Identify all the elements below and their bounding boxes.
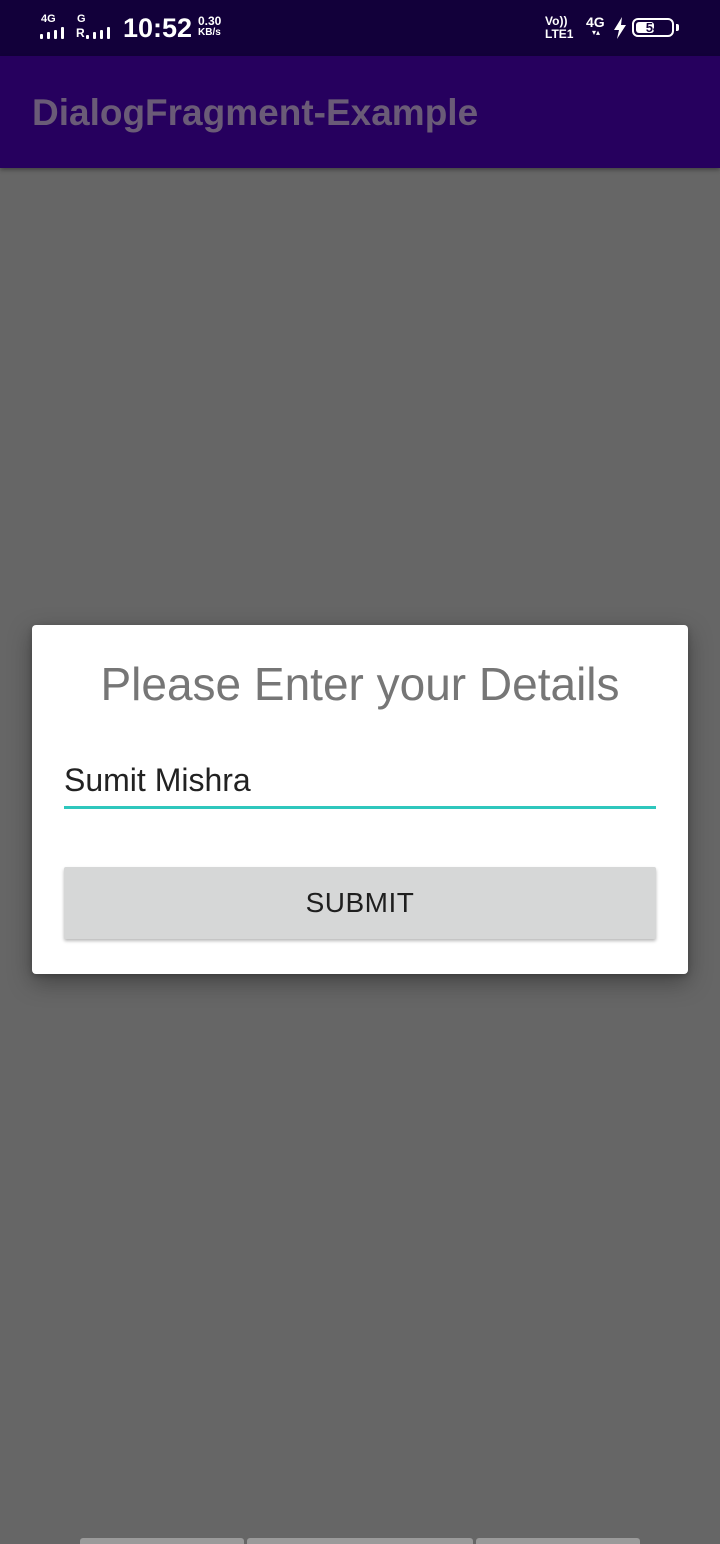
signal-icon	[86, 27, 116, 39]
roaming-label: R	[76, 26, 85, 40]
name-input[interactable]	[64, 755, 656, 809]
nav-handle-center[interactable]	[247, 1538, 473, 1544]
signal-icon	[40, 27, 72, 39]
volte-indicator: Vo)) LTE1	[545, 15, 573, 41]
signal-sim1: 4G	[40, 14, 72, 40]
nav-handle-left[interactable]	[80, 1538, 244, 1544]
battery-cap	[676, 24, 679, 31]
network-speed: 0.30 KB/s	[198, 15, 238, 39]
speed-unit: KB/s	[198, 27, 221, 38]
data-arrows-icon: ▾▴	[592, 28, 601, 37]
network-type-label: G	[77, 13, 86, 25]
clock: 10:52	[123, 13, 193, 43]
speed-value: 0.30	[198, 14, 222, 28]
status-bar: 4G G R 10:52 0.30 KB/s Vo)) LTE1 4G ▾▴ 5	[0, 0, 720, 56]
details-dialog: Please Enter your Details SUBMIT	[32, 625, 688, 974]
network-type-label: 4G	[41, 13, 56, 25]
submit-button[interactable]: SUBMIT	[64, 867, 656, 939]
nav-handle-right[interactable]	[476, 1538, 640, 1544]
mobile-data-indicator: 4G ▾▴	[586, 15, 605, 37]
signal-sim2: G R	[76, 14, 116, 40]
charging-bolt-icon	[614, 17, 626, 39]
battery-level-label: 54	[645, 20, 661, 35]
lte-label: LTE1	[545, 27, 574, 41]
battery-icon: 54	[632, 18, 674, 37]
app-title: DialogFragment-Example	[32, 92, 479, 133]
app-bar: DialogFragment-Example	[0, 56, 720, 168]
dialog-title: Please Enter your Details	[100, 658, 620, 710]
